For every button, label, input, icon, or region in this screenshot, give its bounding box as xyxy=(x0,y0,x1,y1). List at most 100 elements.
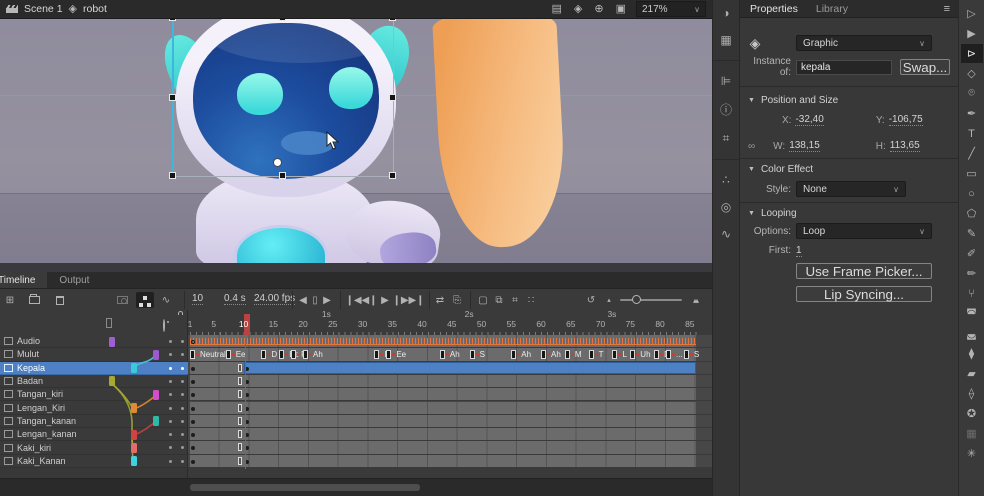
next-frame-button[interactable]: ❙▶ xyxy=(393,292,408,308)
layer-visibility-dot[interactable] xyxy=(169,380,172,383)
classic-brush-tool[interactable]: ✏ xyxy=(961,264,983,283)
layer-parent-swatch[interactable] xyxy=(109,376,115,386)
phoneme-keyframe[interactable]: D xyxy=(261,349,277,360)
layer-row-Kaki_Kanan[interactable]: Kaki_Kanan xyxy=(0,455,188,468)
frame-span[interactable] xyxy=(190,428,696,440)
new-layer-button[interactable]: ⊞ xyxy=(2,292,18,308)
layer-parent-swatch[interactable] xyxy=(131,403,137,413)
phoneme-keyframe[interactable]: M xyxy=(565,349,582,360)
phoneme-keyframe[interactable]: Ee xyxy=(226,349,246,360)
motion-graph-icon[interactable]: ∿ xyxy=(158,292,174,308)
timeline-zoom-knob[interactable] xyxy=(632,295,641,304)
show-hide-all-layers-icon[interactable] xyxy=(163,320,165,331)
layer-parent-swatch[interactable] xyxy=(131,363,137,373)
frame-span[interactable] xyxy=(190,415,696,427)
onion-skin-button[interactable]: ▢ xyxy=(476,292,490,308)
polystar-tool[interactable]: ⬠ xyxy=(961,204,983,223)
playhead-line[interactable] xyxy=(245,335,246,469)
layer-visibility-dot[interactable] xyxy=(169,433,172,436)
color-style-select[interactable]: None ∨ xyxy=(796,181,906,197)
layer-parent-swatch[interactable] xyxy=(131,456,137,466)
width-tool[interactable]: ⟠ xyxy=(961,384,983,403)
transform-handle-right-mid[interactable] xyxy=(389,94,396,101)
panel-menu-icon[interactable]: ≡ xyxy=(944,3,950,15)
width-height-link-icon[interactable]: ∞ xyxy=(748,141,755,152)
layer-lock-dot[interactable] xyxy=(181,380,184,383)
parenting-view-toggle[interactable] xyxy=(136,292,154,308)
text-tool[interactable]: T xyxy=(961,124,983,143)
asset-warp-tool[interactable]: ✪ xyxy=(961,404,983,423)
eraser-tool[interactable]: ▰ xyxy=(961,364,983,383)
layer-row-Lengan_kanan[interactable]: Lengan_kanan xyxy=(0,428,188,441)
bone-tool[interactable]: ⑂ xyxy=(961,284,983,303)
delete-layer-button[interactable] xyxy=(52,292,68,308)
layer-row-Kaki_kiri[interactable]: Kaki_kiri xyxy=(0,441,188,454)
motion-editor-panel-icon[interactable]: ∿ xyxy=(716,227,736,241)
frame-number-ruler[interactable]: 1s2s3s 151015202530354045505560657075808… xyxy=(188,310,712,335)
stage-canvas[interactable] xyxy=(0,19,712,272)
use-frame-picker-button[interactable]: Use Frame Picker... xyxy=(796,263,932,279)
w-value[interactable]: 138,15 xyxy=(789,140,820,152)
frames-row-Tangan_kanan[interactable] xyxy=(188,415,712,428)
loop-options-select[interactable]: Loop ∨ xyxy=(796,223,932,239)
layer-row-Mulut[interactable]: Mulut xyxy=(0,348,188,361)
swatches-panel-icon[interactable]: ▦ xyxy=(716,33,736,47)
phoneme-keyframe[interactable]: Ah xyxy=(440,349,460,360)
phoneme-keyframe[interactable]: Ee xyxy=(386,349,406,360)
gradient-transform-tool[interactable]: ◇ xyxy=(961,64,983,83)
transform-handle-bottom-right[interactable] xyxy=(389,172,396,179)
layer-lock-dot[interactable] xyxy=(181,353,184,356)
new-folder-button[interactable] xyxy=(26,292,42,308)
step-forward-button[interactable]: ▶ xyxy=(321,292,333,308)
pen-tool[interactable]: ✒ xyxy=(961,104,983,123)
timeline-zoom-slider[interactable] xyxy=(620,299,682,301)
clip-content-icon[interactable]: ▣ xyxy=(616,4,626,15)
layer-visibility-dot[interactable] xyxy=(169,393,172,396)
transform-handle-top-right[interactable] xyxy=(389,19,396,21)
line-tool[interactable]: ╱ xyxy=(961,144,983,163)
transform-handle-left-mid[interactable] xyxy=(169,94,176,101)
horizontal-scrollbar-thumb[interactable] xyxy=(190,484,420,491)
edit-symbols-icon[interactable]: ◈ xyxy=(574,4,582,15)
layer-row-Audio[interactable]: Audio xyxy=(0,335,188,348)
ink-bottle-tool[interactable]: ◛ xyxy=(961,324,983,343)
layer-row-Lengan_Kiri[interactable]: Lengan_Kiri xyxy=(0,402,188,415)
frames-row-Mulut[interactable]: NeutralEeDEeFAhDEeAhSAhAhMTLUhD...S xyxy=(188,348,712,361)
play-button[interactable]: ▶ xyxy=(379,292,391,308)
stage-zoom-select[interactable]: 217% ∨ xyxy=(636,1,706,17)
layer-visibility-dot[interactable] xyxy=(169,407,172,410)
h-value[interactable]: 113,65 xyxy=(890,140,920,152)
hand-tool[interactable]: ✳ xyxy=(961,444,983,463)
edit-multiple-frames-button[interactable]: ⌗ xyxy=(508,292,522,308)
frame-span[interactable] xyxy=(190,402,696,414)
prev-frame-button[interactable]: ◀❙ xyxy=(362,292,377,308)
frames-row-Audio[interactable] xyxy=(188,335,712,348)
layer-lock-dot[interactable] xyxy=(181,446,184,449)
frames-row-Kaki_kiri[interactable] xyxy=(188,441,712,454)
camera-toggle-icon[interactable] xyxy=(114,292,130,308)
first-frame-value[interactable]: 1 xyxy=(796,245,802,257)
layer-visibility-dot[interactable] xyxy=(169,367,172,370)
tab-library[interactable]: Library xyxy=(816,3,848,15)
layer-lock-dot[interactable] xyxy=(181,407,184,410)
phoneme-keyframe[interactable]: Uh xyxy=(630,349,650,360)
section-position-and-size[interactable]: ▼ Position and Size xyxy=(748,95,838,106)
brush-library-panel-icon[interactable]: ∴ xyxy=(716,173,736,187)
eyedropper-tool[interactable]: ⧫ xyxy=(961,344,983,363)
phoneme-keyframe[interactable]: ... xyxy=(666,349,683,360)
phoneme-keyframe[interactable]: Ah xyxy=(303,349,323,360)
layer-parent-swatch[interactable] xyxy=(153,390,159,400)
layer-lock-dot[interactable] xyxy=(181,433,184,436)
frame-rate-value[interactable]: 24.00 fps xyxy=(254,293,295,305)
frame-ruler[interactable]: 1s2s3s 151015202530354045505560657075808… xyxy=(0,310,712,336)
info-panel-icon[interactable]: ⓘ xyxy=(716,101,736,118)
frame-span[interactable] xyxy=(190,455,696,467)
align-panel-icon[interactable]: ⊫ xyxy=(716,74,736,88)
lip-syncing-button[interactable]: Lip Syncing... xyxy=(796,286,932,302)
color-panel-icon[interactable]: ◑ xyxy=(716,6,736,20)
layer-parent-swatch[interactable] xyxy=(153,416,159,426)
frame-span[interactable] xyxy=(190,375,696,387)
layer-visibility-dot[interactable] xyxy=(169,446,172,449)
transform-handle-top-left[interactable] xyxy=(169,19,176,21)
onion-skin-outlines-button[interactable]: ⧉ xyxy=(492,292,506,308)
